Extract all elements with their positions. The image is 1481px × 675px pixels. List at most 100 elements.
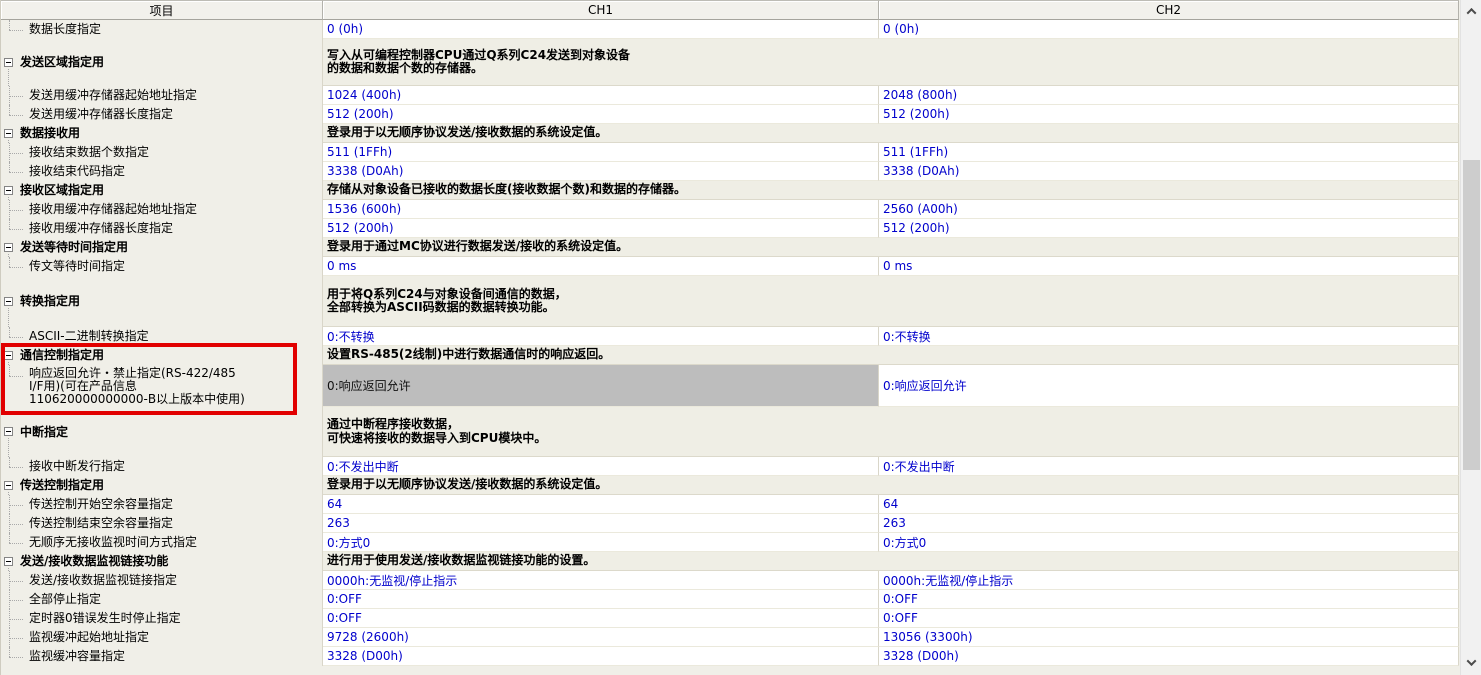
tree-section-item[interactable]: 传送控制指定用 (1, 476, 323, 495)
value-cell-ch2[interactable]: 0 (0h) (879, 20, 1459, 39)
tree-child-item[interactable]: 监视缓冲容量指定 (1, 647, 323, 666)
value-cell-ch2[interactable]: 2560 (A00h) (879, 200, 1459, 219)
value-cell-ch2[interactable]: 3338 (D0Ah) (879, 162, 1459, 181)
value-cell-ch2[interactable]: 2048 (800h) (879, 86, 1459, 105)
column-header-ch2[interactable]: CH2 (879, 0, 1459, 20)
value-cell-ch2[interactable]: 0:方式0 (879, 533, 1459, 552)
tree-connector-line (9, 365, 10, 376)
tree-child-item[interactable]: 接收用缓冲存储器起始地址指定 (1, 200, 323, 219)
tree-section-item[interactable]: 中断指定 (1, 407, 323, 457)
chevron-down-icon (1466, 656, 1476, 666)
value-cell-ch2[interactable]: 0:不发出中断 (879, 457, 1459, 476)
tree-section-item[interactable]: 转换指定用 (1, 276, 323, 327)
tree-child-item[interactable]: 接收中断发行指定 (1, 457, 323, 476)
value-cell-ch2[interactable]: 3328 (D00h) (879, 647, 1459, 666)
tree-child-item[interactable]: 全部停止指定 (1, 590, 323, 609)
value-cell-ch1[interactable]: 3328 (D00h) (323, 647, 879, 666)
tree-section-item[interactable]: 数据接收用 (1, 124, 323, 143)
collapse-minus-icon[interactable] (4, 351, 13, 360)
value-cell-ch1[interactable]: 0:不转换 (323, 327, 879, 346)
tree-child-item[interactable]: 发送用缓冲存储器起始地址指定 (1, 86, 323, 105)
value-cell-ch1[interactable]: 511 (1FFh) (323, 143, 879, 162)
tree-connector-stub (9, 524, 23, 525)
tree-connector-stub (9, 30, 23, 31)
item-label: 数据长度指定 (29, 23, 101, 36)
column-header-item[interactable]: 项目 (1, 0, 323, 20)
value-cell-ch2[interactable]: 0:OFF (879, 609, 1459, 628)
scroll-down-button[interactable] (1461, 653, 1481, 671)
value-cell-ch2[interactable]: 0:不转换 (879, 327, 1459, 346)
tree-child-item[interactable]: 响应返回允许・禁止指定(RS-422/485 I/F用)(可在产品信息 1106… (1, 365, 323, 407)
value-cell-ch2[interactable]: 512 (200h) (879, 219, 1459, 238)
tree-section-item[interactable]: 发送等待时间指定用 (1, 238, 323, 257)
tree-child-item[interactable]: 接收用缓冲存储器长度指定 (1, 219, 323, 238)
collapse-minus-icon[interactable] (4, 427, 13, 436)
collapse-minus-icon[interactable] (4, 186, 13, 195)
item-label: 接收结束代码指定 (29, 165, 125, 178)
value-cell-ch1[interactable]: 1024 (400h) (323, 86, 879, 105)
value-cell-ch1[interactable]: 512 (200h) (323, 219, 879, 238)
value-cell-ch1[interactable]: 263 (323, 514, 879, 533)
tree-child-item[interactable]: 接收结束数据个数指定 (1, 143, 323, 162)
value-cell-ch2[interactable]: 13056 (3300h) (879, 628, 1459, 647)
tree-section-item[interactable]: 发送/接收数据监视链接功能 (1, 552, 323, 571)
collapse-minus-icon[interactable] (4, 243, 13, 252)
table-row: 传送控制指定用登录用于以无顺序协议发送/接收数据的系统设定值。 (1, 476, 1460, 495)
tree-child-item[interactable]: 接收结束代码指定 (1, 162, 323, 181)
value-cell-ch2[interactable]: 0:OFF (879, 590, 1459, 609)
tree-connector-stub (9, 172, 23, 173)
value-cell-ch1[interactable]: 3338 (D0Ah) (323, 162, 879, 181)
collapse-minus-icon[interactable] (4, 557, 13, 566)
tree-child-item[interactable]: 数据长度指定 (1, 20, 323, 39)
scroll-up-button[interactable] (1461, 2, 1481, 20)
table-row: 发送用缓冲存储器起始地址指定1024 (400h)2048 (800h) (1, 86, 1460, 105)
value-cell-ch2[interactable]: 0:响应返回允许 (879, 365, 1459, 407)
value-cell-ch2[interactable]: 263 (879, 514, 1459, 533)
table-row: 接收中断发行指定0:不发出中断0:不发出中断 (1, 457, 1460, 476)
value-cell-ch2[interactable]: 512 (200h) (879, 105, 1459, 124)
value-cell-ch2[interactable]: 511 (1FFh) (879, 143, 1459, 162)
collapse-minus-icon[interactable] (4, 129, 13, 138)
item-label: 监视缓冲起始地址指定 (29, 631, 149, 644)
tree-child-item[interactable]: 无顺序无接收监视时间方式指定 (1, 533, 323, 552)
value-cell-ch1[interactable]: 512 (200h) (323, 105, 879, 124)
tree-section-item[interactable]: 通信控制指定用 (1, 346, 323, 365)
tree-child-item[interactable]: 发送用缓冲存储器长度指定 (1, 105, 323, 124)
collapse-minus-icon[interactable] (4, 297, 13, 306)
minus-glyph (6, 62, 11, 63)
tree-child-item[interactable]: 定时器0错误发生时停止指定 (1, 609, 323, 628)
tree-child-item[interactable]: 发送/接收数据监视链接指定 (1, 571, 323, 590)
value-cell-ch1[interactable]: 0 ms (323, 257, 879, 276)
value-cell-ch1[interactable]: 0:OFF (323, 590, 879, 609)
table-row: 发送区域指定用写入从可编程控制器CPU通过Q系列C24发送到对象设备 的数据和数… (1, 39, 1460, 86)
column-header-ch1[interactable]: CH1 (323, 0, 879, 20)
value-cell-ch2[interactable]: 0 ms (879, 257, 1459, 276)
vertical-scrollbar[interactable] (1460, 0, 1481, 675)
collapse-minus-icon[interactable] (4, 58, 13, 67)
value-cell-ch1[interactable]: 1536 (600h) (323, 200, 879, 219)
tree-child-item[interactable]: 监视缓冲起始地址指定 (1, 628, 323, 647)
tree-child-item[interactable]: 传送控制结束空余容量指定 (1, 514, 323, 533)
table-row: 全部停止指定0:OFF0:OFF (1, 590, 1460, 609)
value-cell-ch1[interactable]: 0 (0h) (323, 20, 879, 39)
minus-glyph (6, 133, 11, 134)
tree-child-item[interactable]: 传文等待时间指定 (1, 257, 323, 276)
value-cell-ch2[interactable]: 64 (879, 495, 1459, 514)
scrollbar-thumb[interactable] (1463, 160, 1480, 470)
tree-section-item[interactable]: 接收区域指定用 (1, 181, 323, 200)
item-label: 无顺序无接收监视时间方式指定 (29, 536, 197, 549)
value-cell-ch1[interactable]: 0:方式0 (323, 533, 879, 552)
value-cell-ch2[interactable]: 0000h:无监视/停止指示 (879, 571, 1459, 590)
selected-value-cell-ch1[interactable]: 0:响应返回允许 (323, 365, 879, 407)
value-cell-ch1[interactable]: 0:不发出中断 (323, 457, 879, 476)
table-row: 通信控制指定用设置RS-485(2线制)中进行数据通信时的响应返回。 (1, 346, 1460, 365)
value-cell-ch1[interactable]: 0000h:无监视/停止指示 (323, 571, 879, 590)
tree-child-item[interactable]: 传送控制开始空余容量指定 (1, 495, 323, 514)
collapse-minus-icon[interactable] (4, 481, 13, 490)
value-cell-ch1[interactable]: 0:OFF (323, 609, 879, 628)
value-cell-ch1[interactable]: 64 (323, 495, 879, 514)
tree-child-item[interactable]: ASCII-二进制转换指定 (1, 327, 323, 346)
tree-section-item[interactable]: 发送区域指定用 (1, 39, 323, 86)
value-cell-ch1[interactable]: 9728 (2600h) (323, 628, 879, 647)
minus-glyph (6, 561, 11, 562)
